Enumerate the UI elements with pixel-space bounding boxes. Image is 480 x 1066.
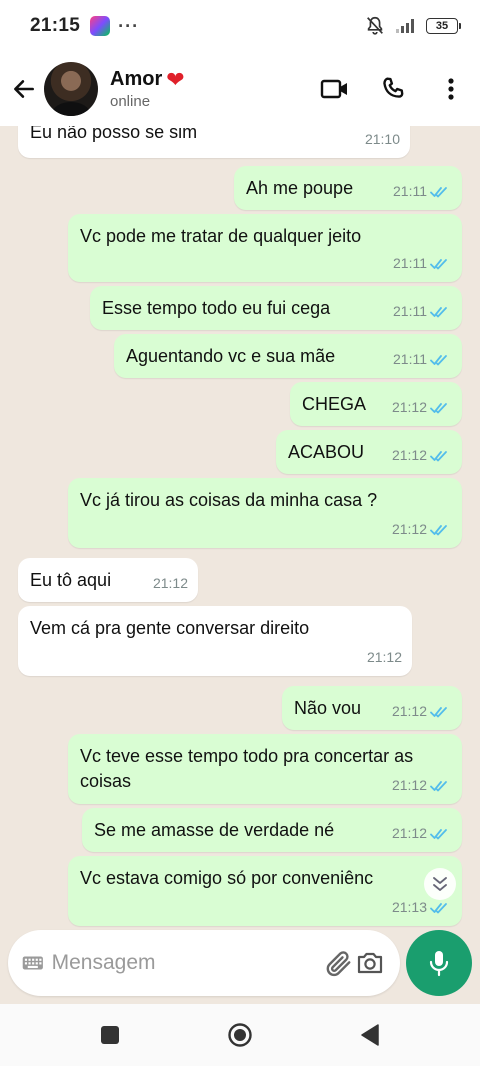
camera-button[interactable] bbox=[354, 941, 386, 985]
message-text: Eu tô aqui bbox=[30, 570, 112, 590]
read-receipt-icon bbox=[430, 902, 447, 913]
message-outgoing[interactable]: Se me amasse de verdade né 21:12 bbox=[82, 808, 462, 852]
voice-call-button[interactable] bbox=[364, 65, 422, 113]
video-camera-icon bbox=[320, 79, 347, 99]
message-text: Eu não posso se sim bbox=[30, 126, 198, 142]
read-receipt-icon bbox=[430, 354, 447, 365]
paperclip-icon bbox=[327, 951, 351, 977]
read-receipt-icon bbox=[430, 450, 447, 461]
message-text: Vem cá pra gente conversar direito bbox=[30, 618, 310, 638]
message-time: 21:12 bbox=[391, 521, 427, 537]
contact-avatar[interactable] bbox=[44, 62, 98, 116]
read-receipt-icon bbox=[430, 524, 447, 535]
message-time: 21:12 bbox=[366, 649, 402, 665]
message-input[interactable] bbox=[51, 951, 323, 975]
recent-apps-button[interactable] bbox=[90, 1015, 130, 1055]
read-receipt-icon bbox=[430, 706, 447, 717]
home-button[interactable] bbox=[220, 1015, 260, 1055]
back-button[interactable] bbox=[10, 75, 38, 103]
message-time: 21:11 bbox=[393, 255, 427, 271]
message-time: 21:12 bbox=[152, 575, 188, 591]
message-outgoing[interactable]: Não vou 21:12 bbox=[282, 686, 462, 730]
read-receipt-icon bbox=[430, 828, 447, 839]
scroll-to-bottom-button[interactable] bbox=[424, 868, 456, 900]
square-icon bbox=[101, 1026, 119, 1044]
status-time: 21:15 bbox=[30, 15, 81, 36]
signal-icon bbox=[396, 19, 414, 33]
message-time: 21:13 bbox=[391, 899, 427, 915]
contact-name-row: Amor ❤ bbox=[110, 68, 185, 91]
message-outgoing[interactable]: ACABOU 21:12 bbox=[276, 430, 462, 474]
message-outgoing[interactable]: Vc teve esse tempo todo pra concertar as… bbox=[68, 734, 462, 804]
message-time: 21:11 bbox=[393, 183, 427, 199]
read-receipt-icon bbox=[430, 780, 447, 791]
message-incoming[interactable]: Eu tô aqui 21:12 bbox=[18, 558, 198, 602]
heart-icon: ❤ bbox=[166, 66, 185, 92]
contact-info[interactable]: Amor ❤ online bbox=[110, 68, 185, 110]
message-incoming[interactable]: Eu não posso se sim 21:10 bbox=[18, 126, 410, 158]
read-receipt-icon bbox=[430, 258, 447, 269]
arrow-left-icon bbox=[14, 80, 34, 98]
message-time: 21:11 bbox=[393, 303, 427, 319]
message-outgoing[interactable]: Aguentando vc e sua mãe 21:11 bbox=[114, 334, 462, 378]
video-call-button[interactable] bbox=[306, 65, 364, 113]
double-chevron-down-icon bbox=[433, 877, 447, 891]
message-outgoing[interactable]: Vc pode me tratar de qualquer jeito 21:1… bbox=[68, 214, 462, 282]
message-text: Aguentando vc e sua mãe bbox=[126, 346, 336, 366]
message-time: 21:12 bbox=[391, 777, 427, 793]
more-options-button[interactable] bbox=[422, 65, 480, 113]
message-text: Esse tempo todo eu fui cega bbox=[102, 298, 331, 318]
message-time: 21:11 bbox=[393, 351, 427, 367]
message-text: Vc estava comigo só por conveniênc bbox=[80, 868, 374, 888]
message-time: 21:12 bbox=[391, 447, 427, 463]
circle-icon bbox=[228, 1023, 252, 1047]
message-outgoing[interactable]: Vc já tirou as coisas da minha casa ? 21… bbox=[68, 478, 462, 548]
message-text: ACABOU bbox=[288, 442, 365, 462]
message-text: Vc já tirou as coisas da minha casa ? bbox=[80, 490, 378, 510]
microphone-icon bbox=[429, 951, 449, 977]
voice-record-button[interactable] bbox=[406, 930, 472, 996]
battery-icon: 35 bbox=[426, 18, 461, 34]
read-receipt-icon bbox=[430, 402, 447, 413]
message-time: 21:12 bbox=[391, 399, 427, 415]
message-time: 21:12 bbox=[391, 825, 427, 841]
chat-area[interactable]: Eu não posso se sim 21:10 Ah me poupe 21… bbox=[0, 126, 480, 1004]
muted-bell-icon bbox=[367, 16, 383, 35]
status-indicators: 35 bbox=[364, 15, 461, 37]
message-outgoing[interactable]: Esse tempo todo eu fui cega 21:11 bbox=[90, 286, 462, 330]
message-text: CHEGA bbox=[302, 394, 367, 414]
message-outgoing[interactable]: CHEGA 21:12 bbox=[290, 382, 462, 426]
message-outgoing[interactable]: Ah me poupe 21:11 bbox=[234, 166, 462, 210]
phone-icon bbox=[383, 77, 404, 98]
chat-header: Amor ❤ online bbox=[0, 52, 480, 126]
message-composer bbox=[8, 930, 400, 996]
back-nav-button[interactable] bbox=[350, 1015, 390, 1055]
attach-button[interactable] bbox=[323, 941, 355, 985]
status-bar: 21:15 ··· 35 bbox=[0, 0, 480, 52]
contact-status: online bbox=[110, 93, 151, 110]
keyboard-icon[interactable] bbox=[22, 952, 44, 974]
message-text: Não vou bbox=[294, 698, 362, 718]
message-outgoing[interactable]: Vc estava comigo só por conveniênc 21:13 bbox=[68, 856, 462, 926]
message-text: Ah me poupe bbox=[246, 178, 354, 198]
message-incoming[interactable]: Vem cá pra gente conversar direito 21:12 bbox=[18, 606, 412, 676]
read-receipt-icon bbox=[430, 306, 447, 317]
message-time: 21:12 bbox=[391, 703, 427, 719]
app-notification-icon bbox=[90, 16, 111, 36]
message-text: Vc pode me tratar de qualquer jeito bbox=[80, 226, 362, 246]
battery-level: 35 bbox=[435, 20, 449, 32]
triangle-back-icon bbox=[361, 1024, 379, 1046]
read-receipt-icon bbox=[430, 186, 447, 197]
header-actions bbox=[306, 65, 480, 113]
message-time: 21:10 bbox=[364, 131, 400, 147]
message-text: Se me amasse de verdade né bbox=[94, 820, 335, 840]
system-nav-bar bbox=[0, 1004, 480, 1066]
contact-name: Amor bbox=[110, 68, 163, 90]
more-notifications-icon: ··· bbox=[118, 15, 140, 36]
camera-icon bbox=[358, 952, 383, 974]
message-text: Vc teve esse tempo todo pra concertar as… bbox=[80, 746, 414, 791]
more-vertical-icon bbox=[448, 78, 454, 100]
